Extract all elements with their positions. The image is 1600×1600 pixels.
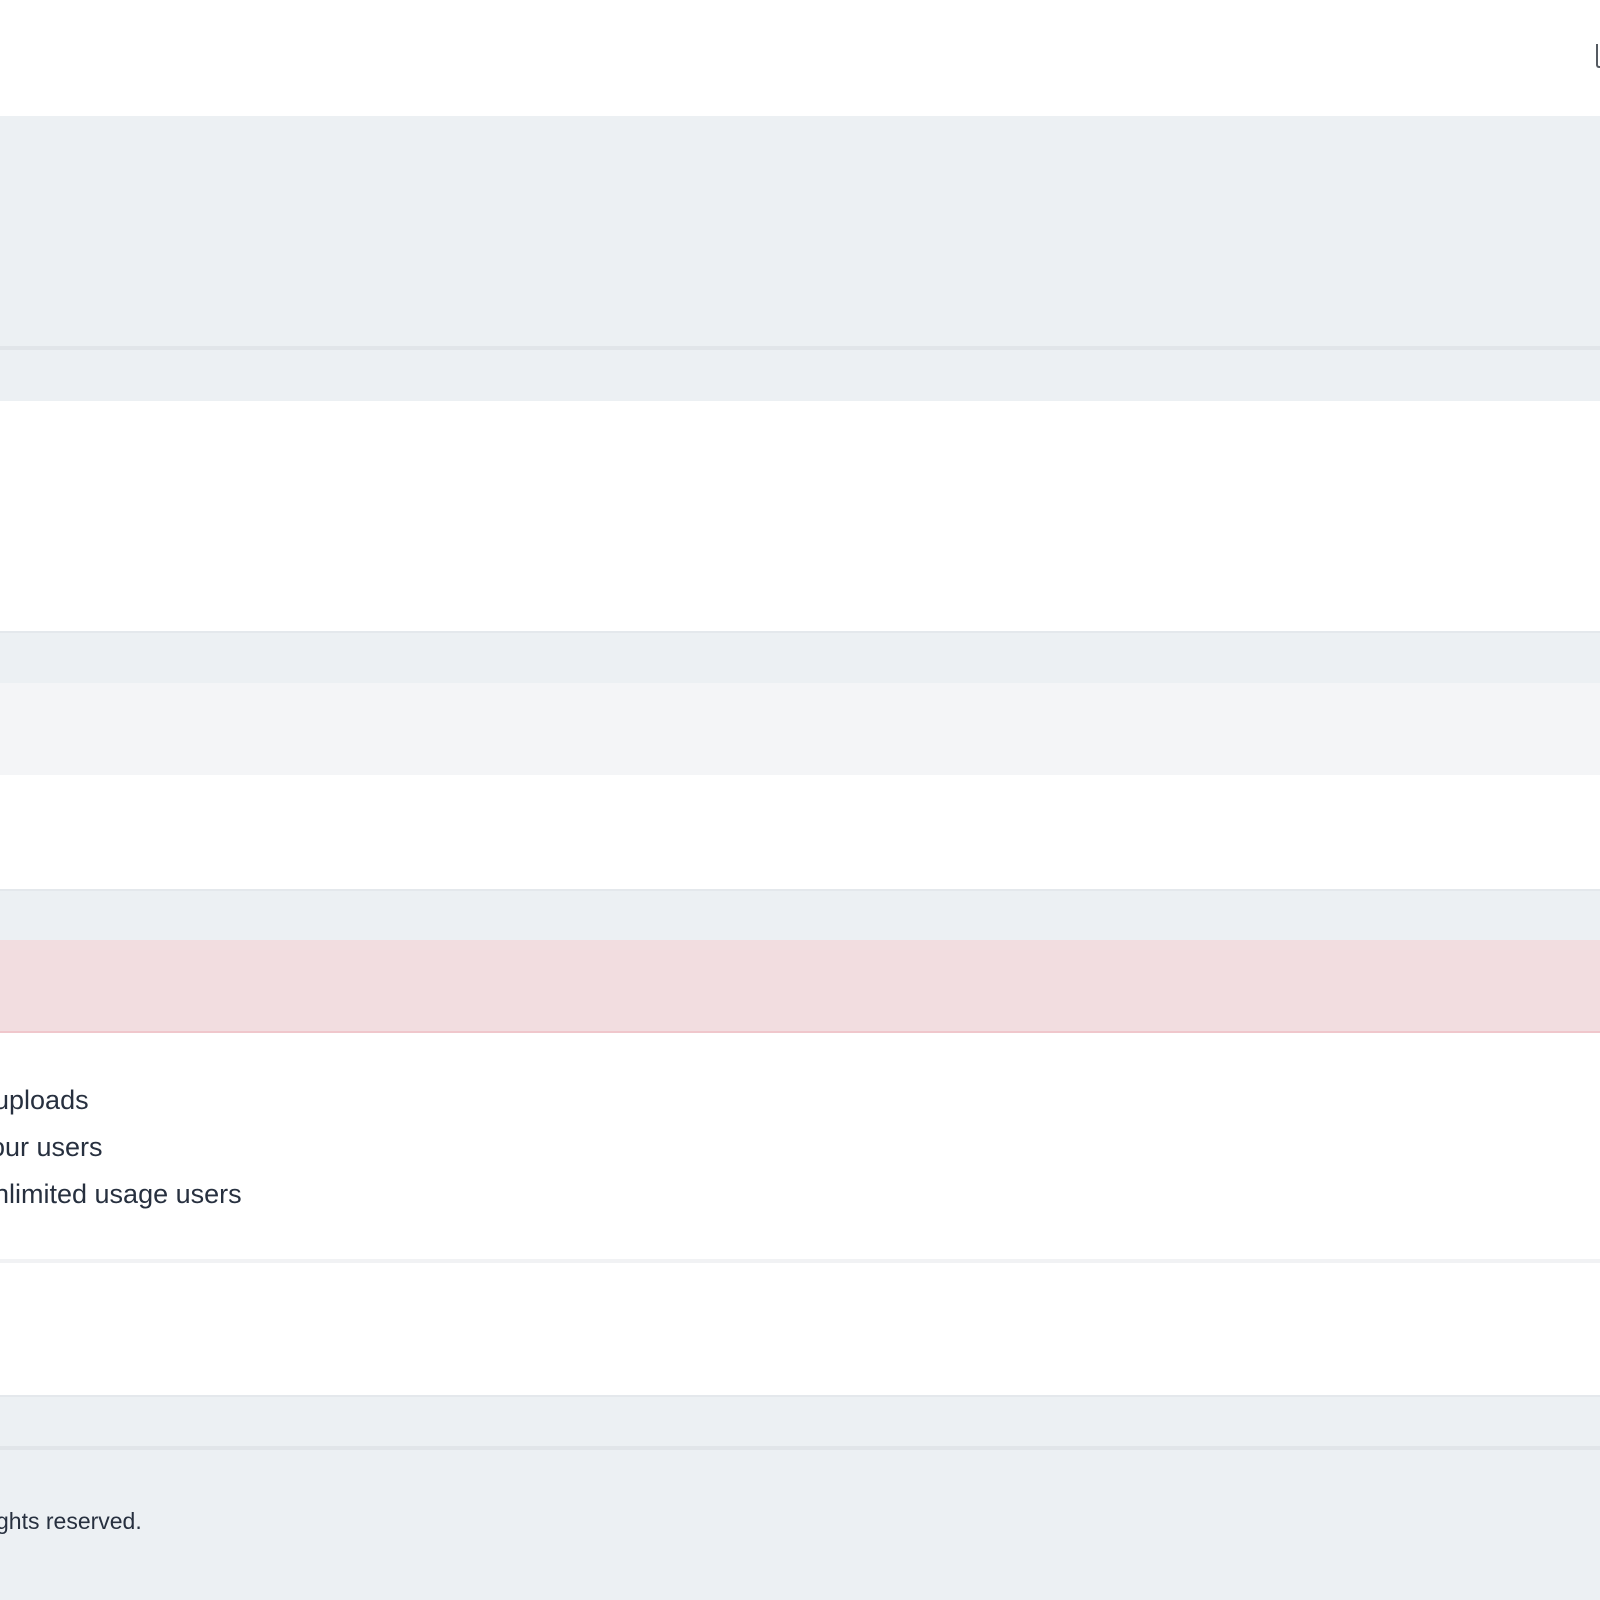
- feature-item: nlimited usage users: [0, 1179, 242, 1209]
- card-header: [0, 683, 1600, 775]
- page: uploads our users nlimited usage users g…: [0, 0, 1600, 1600]
- hero-section: [0, 116, 1600, 346]
- footer-copyright: ghts reserved.: [0, 1508, 142, 1534]
- section-gap: [0, 891, 1600, 940]
- header-control-edge[interactable]: [1596, 44, 1600, 68]
- content-card: [0, 401, 1600, 633]
- alert-banner: [0, 940, 1600, 1033]
- feature-card: uploads our users nlimited usage users: [0, 1033, 1600, 1263]
- section-gap: [0, 350, 1600, 401]
- feature-item: our users: [0, 1132, 103, 1162]
- footer: ghts reserved.: [0, 1450, 1600, 1600]
- content-card: [0, 1263, 1600, 1397]
- feature-item: uploads: [0, 1085, 89, 1115]
- section-gap: [0, 1397, 1600, 1446]
- card-body: [0, 775, 1600, 891]
- section-gap: [0, 633, 1600, 683]
- top-header: [0, 0, 1600, 116]
- feature-list: uploads our users nlimited usage users: [0, 1077, 242, 1218]
